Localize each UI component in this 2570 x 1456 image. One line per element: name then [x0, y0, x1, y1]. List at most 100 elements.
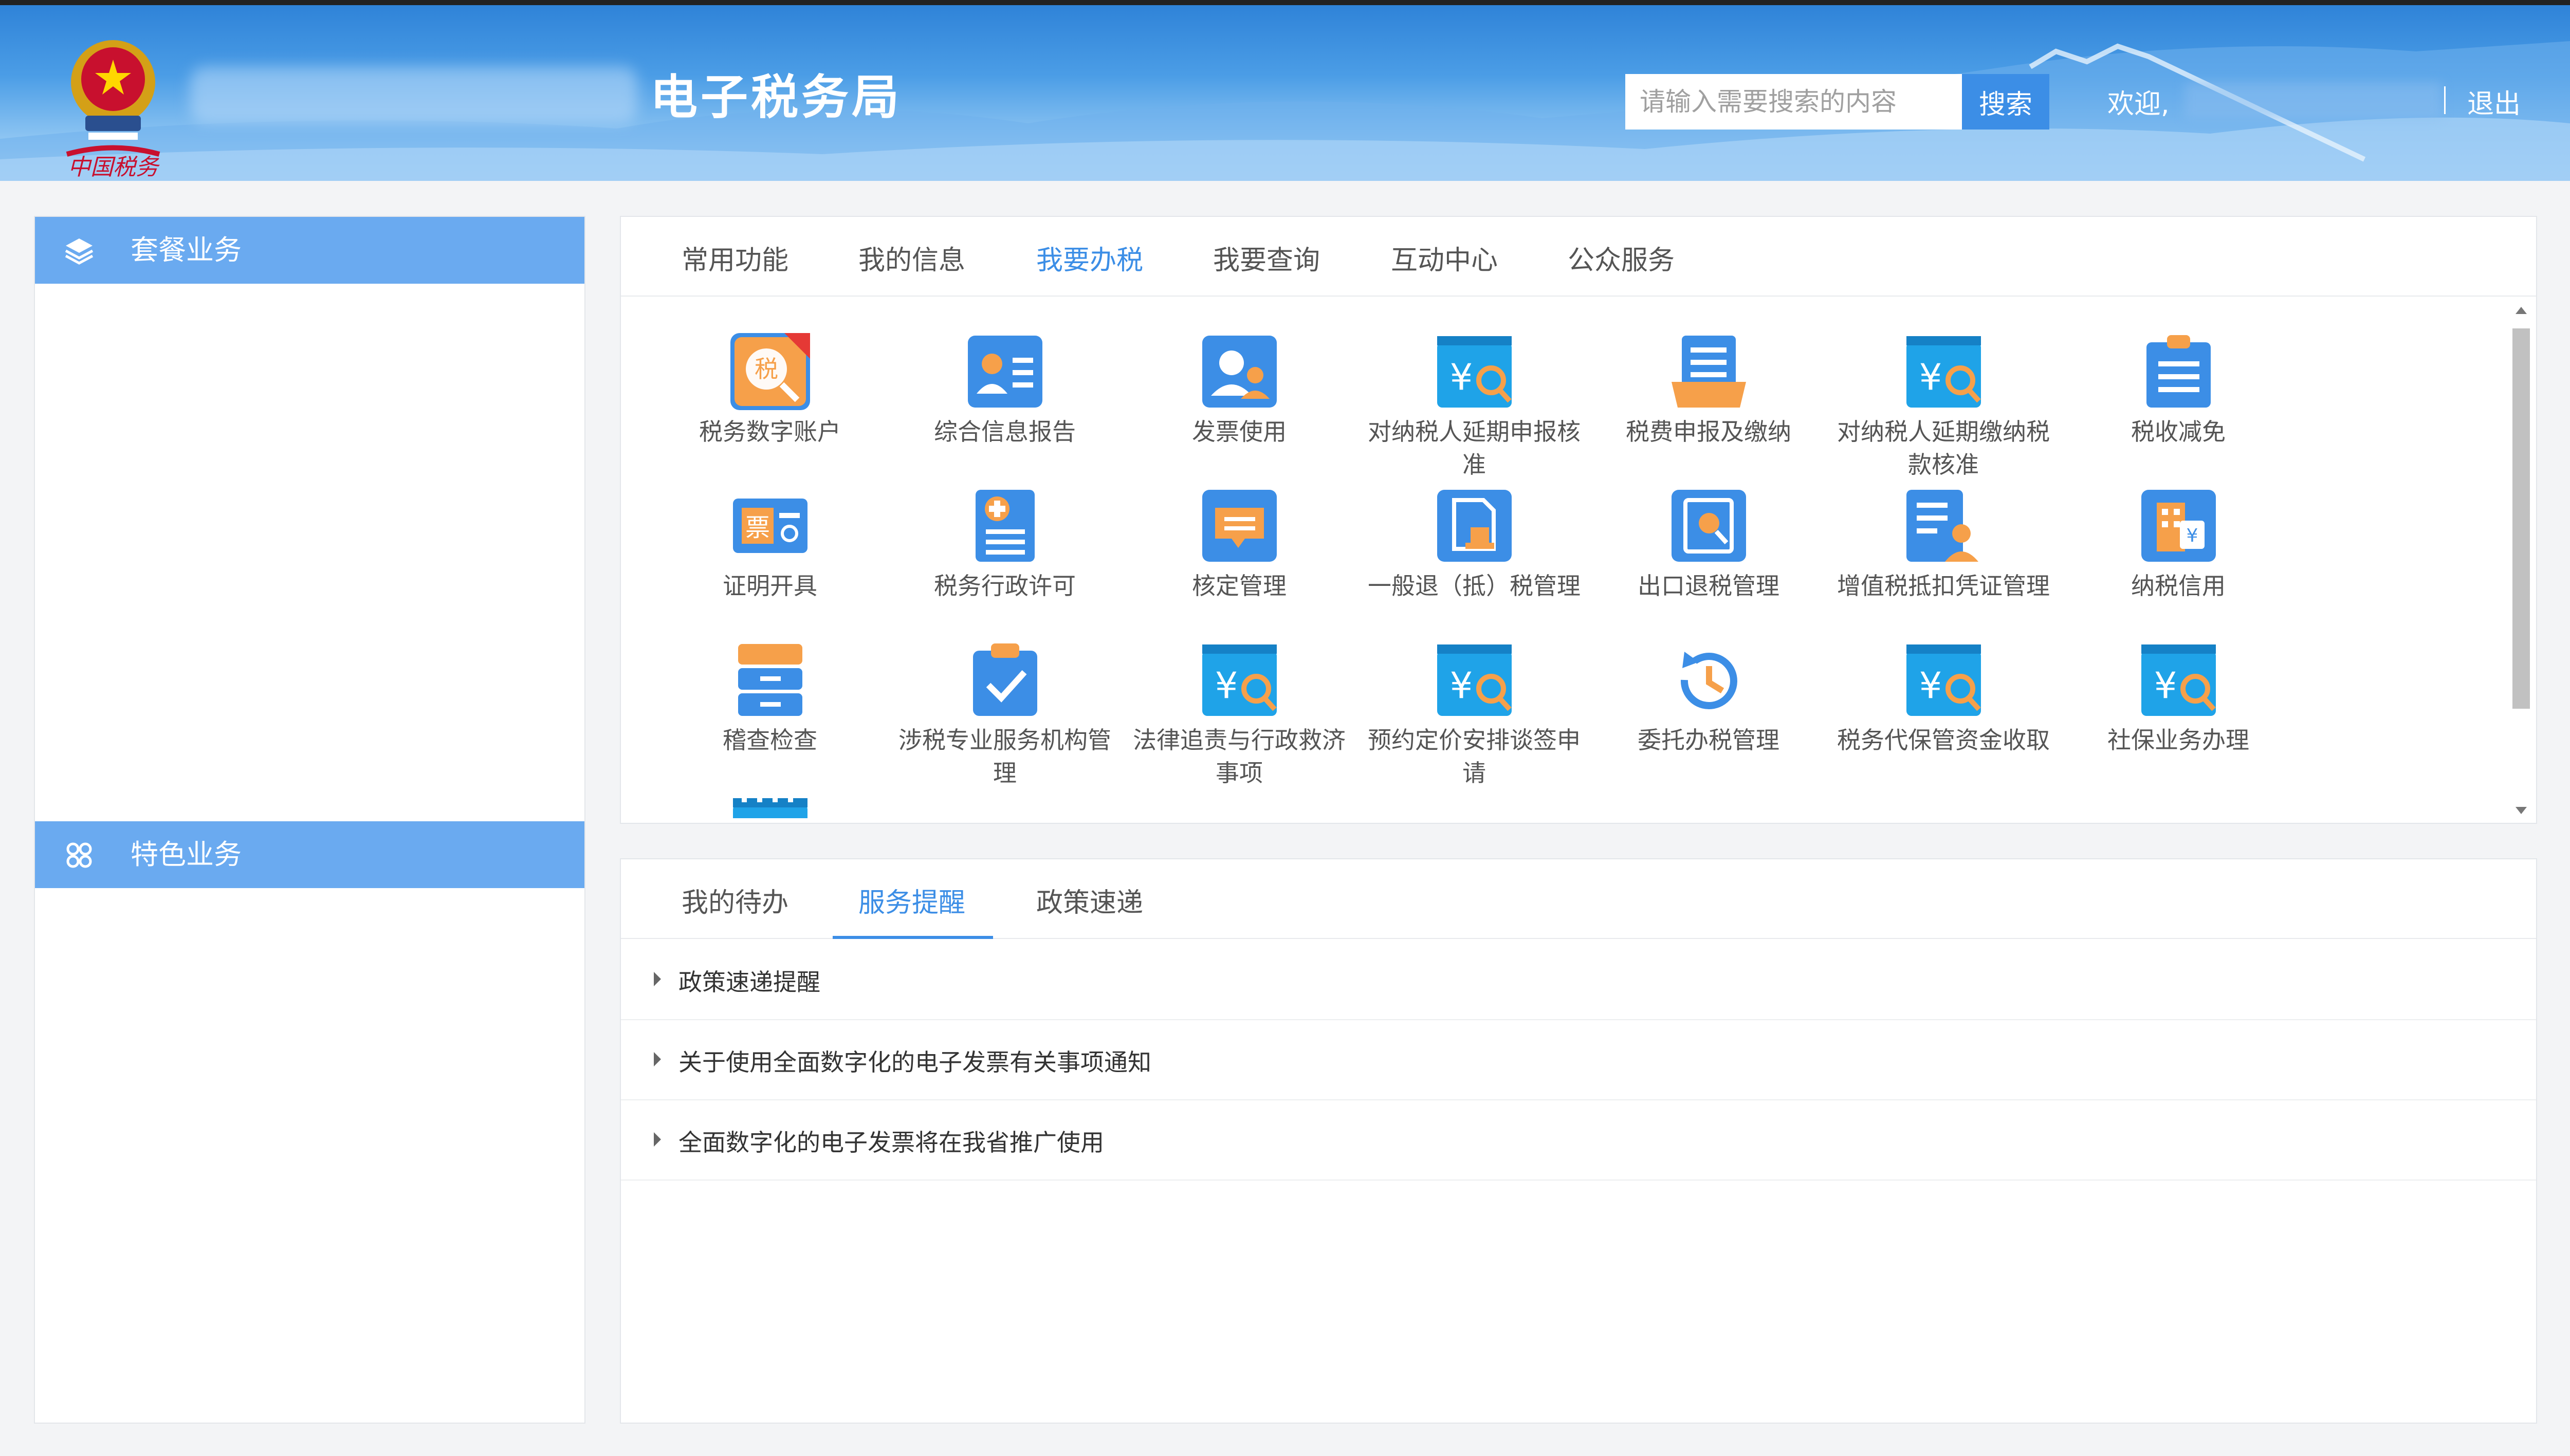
notice-title: 政策速递提醒	[678, 968, 820, 996]
tab-my-todo[interactable]: 我的待办	[682, 881, 788, 919]
function-tile-certificate-issue[interactable]: 票 证明开具	[657, 487, 883, 602]
function-label: 核定管理	[1192, 572, 1287, 600]
function-label: 预约定价安排谈签申请	[1368, 726, 1581, 787]
function-tile-tax-refund-management[interactable]: 一般退（抵）税管理	[1361, 487, 1587, 602]
scroll-up-arrow-icon[interactable]	[2516, 307, 2527, 314]
tab-service-reminder[interactable]: 服务提醒	[858, 881, 965, 919]
tab-handle-tax[interactable]: 我要办税	[1036, 238, 1143, 277]
function-tile-info-report[interactable]: 综合信息报告	[892, 333, 1118, 448]
building-yuan-icon: ¥	[2141, 490, 2216, 562]
sidebar: 套餐业务 特色业务	[34, 216, 585, 1424]
tab-policy-express[interactable]: 政策速递	[1036, 881, 1143, 919]
svg-text:¥: ¥	[1919, 665, 1942, 707]
function-tile-declaration-payment[interactable]: 税费申报及缴纳	[1595, 333, 1822, 448]
scroll-down-arrow-icon[interactable]	[2516, 807, 2527, 814]
function-tile-legal-remedy[interactable]: ¥ 法律追责与行政救济事项	[1126, 641, 1352, 789]
tab-query[interactable]: 我要查询	[1213, 238, 1320, 277]
function-tile-administrative-license[interactable]: 税务行政许可	[892, 487, 1118, 602]
yuan-search-icon: ¥	[1906, 644, 1981, 716]
function-grid-scrollbar[interactable]	[2509, 302, 2533, 818]
tab-interaction-center[interactable]: 互动中心	[1391, 238, 1498, 277]
document-search-icon	[1671, 490, 1746, 562]
clipboard-list-icon	[2146, 335, 2211, 408]
function-label: 出口退税管理	[1638, 572, 1779, 600]
sidebar-section-package[interactable]: 套餐业务	[35, 217, 584, 284]
users-icon	[1202, 336, 1277, 408]
svg-text:¥: ¥	[2154, 665, 2177, 707]
function-label: 委托办税管理	[1638, 726, 1779, 754]
clipboard-check-icon	[972, 643, 1037, 716]
tax-emblem-logo: 中国税务	[66, 40, 160, 180]
function-tile-delay-declaration-approval[interactable]: ¥ 对纳税人延期申报核准	[1361, 333, 1587, 481]
function-label: 税费申报及缴纳	[1626, 418, 1791, 446]
function-label: 税务代保管资金收取	[1837, 726, 2050, 754]
function-label: 稽查检查	[723, 726, 817, 754]
function-panel: 常用功能 我的信息 我要办税 我要查询 互动中心 公众服务 税 税务数字账户 综…	[620, 216, 2537, 824]
function-label: 综合信息报告	[934, 418, 1076, 446]
function-label: 证明开具	[723, 572, 817, 600]
svg-text:¥: ¥	[1449, 356, 1473, 398]
logout-link[interactable]: 退出	[2467, 82, 2521, 121]
function-tile-inspection[interactable]: 稽查检查	[657, 641, 883, 757]
notice-item[interactable]: 关于使用全面数字化的电子发票有关事项通知	[621, 1020, 2536, 1100]
calendar-icon	[732, 795, 807, 818]
function-tile-custody-funds[interactable]: ¥ 税务代保管资金收取	[1830, 641, 2057, 757]
caret-right-icon	[654, 1052, 661, 1066]
sidebar-section-special[interactable]: 特色业务	[35, 821, 584, 888]
yuan-search-icon: ¥	[2141, 644, 2216, 716]
svg-text:¥: ¥	[1215, 665, 1238, 707]
header-separator	[2444, 86, 2446, 114]
function-tile-delay-payment-approval[interactable]: ¥ 对纳税人延期缴纳税款核准	[1830, 333, 2057, 481]
search-input[interactable]	[1625, 74, 1962, 130]
yuan-search-icon: ¥	[1906, 336, 1981, 408]
search-button[interactable]: 搜索	[1962, 74, 2049, 130]
notice-item[interactable]: 全面数字化的电子发票将在我省推广使用	[621, 1100, 2536, 1181]
function-tile-social-insurance[interactable]: ¥ 社保业务办理	[2065, 641, 2291, 757]
function-tile-delegated-tax[interactable]: 委托办税管理	[1595, 641, 1822, 757]
function-tile-invoice-use[interactable]: 发票使用	[1126, 333, 1352, 448]
notice-panel: 我的待办 服务提醒 政策速递 政策速递提醒 关于使用全面数字化的电子发票有关事项…	[620, 858, 2537, 1424]
function-tile-professional-service-agency[interactable]: 涉税专业服务机构管理	[892, 641, 1118, 789]
tab-common-functions[interactable]: 常用功能	[682, 238, 788, 277]
function-label: 增值税抵扣凭证管理	[1837, 572, 2050, 600]
svg-text:¥: ¥	[2186, 525, 2198, 546]
svg-text:票: 票	[745, 513, 769, 542]
tray-document-icon	[1671, 336, 1746, 408]
caret-right-icon	[654, 972, 661, 986]
grid-clover-icon	[66, 842, 92, 868]
message-icon	[1202, 490, 1277, 562]
yuan-search-icon: ¥	[1437, 336, 1512, 408]
function-label: 一般退（抵）税管理	[1368, 572, 1581, 600]
function-label: 对纳税人延期申报核准	[1368, 418, 1581, 478]
notice-item[interactable]: 政策速递提醒	[621, 940, 2536, 1020]
cabinet-icon	[738, 644, 802, 716]
yuan-search-icon: ¥	[1202, 644, 1277, 716]
function-tile-partial[interactable]	[657, 795, 883, 818]
document-stamp-icon	[1437, 490, 1512, 562]
sidebar-section-label: 特色业务	[131, 838, 242, 871]
function-tile-export-refund[interactable]: 出口退税管理	[1595, 487, 1822, 602]
notice-title: 全面数字化的电子发票将在我省推广使用	[678, 1129, 1104, 1156]
function-tile-tax-digital-account[interactable]: 税 税务数字账户	[657, 333, 883, 448]
function-tile-tax-credit[interactable]: ¥ 纳税信用	[2065, 487, 2291, 602]
function-tile-tax-reduction[interactable]: 税收减免	[2065, 333, 2291, 448]
tab-my-info[interactable]: 我的信息	[858, 238, 965, 277]
top-border	[0, 0, 2570, 5]
function-label: 税务行政许可	[934, 572, 1076, 600]
header-banner: 中国税务 电子税务局 搜索 欢迎, 退出	[0, 5, 2570, 181]
function-label: 发票使用	[1192, 418, 1287, 446]
function-tile-assessment-management[interactable]: 核定管理	[1126, 487, 1352, 602]
notice-tab-bar: 我的待办 服务提醒 政策速递	[621, 859, 2536, 939]
tax-account-icon: 税	[730, 333, 810, 410]
tab-public-service[interactable]: 公众服务	[1568, 238, 1675, 277]
function-label: 税务数字账户	[699, 418, 841, 446]
notice-title: 关于使用全面数字化的电子发票有关事项通知	[678, 1048, 1151, 1076]
document-plus-icon	[975, 490, 1035, 562]
svg-text:¥: ¥	[1449, 665, 1473, 707]
function-tile-vat-deduction-voucher[interactable]: 增值税抵扣凭证管理	[1830, 487, 2057, 602]
svg-text:中国税务: 中国税务	[68, 154, 160, 180]
username-blurred	[2184, 82, 2442, 118]
function-label: 对纳税人延期缴纳税款核准	[1837, 418, 2050, 478]
function-tile-apa-application[interactable]: ¥ 预约定价安排谈签申请	[1361, 641, 1587, 789]
scrollbar-thumb[interactable]	[2512, 328, 2530, 709]
